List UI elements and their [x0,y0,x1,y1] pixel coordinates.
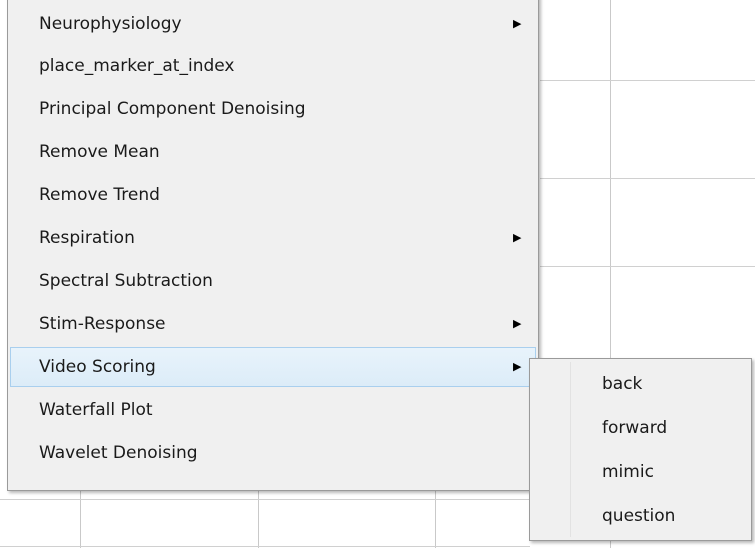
menu-item-label: Remove Trend [39,185,160,205]
triangle-right-icon: ▶ [513,317,522,330]
submenu-item-mimic[interactable]: mimic [532,450,749,494]
grid-hline [540,80,755,81]
submenu-item-label: question [602,506,676,526]
menu-item-spectral-subtraction[interactable]: Spectral Subtraction [10,261,536,301]
menu-item-waterfall-plot[interactable]: Waterfall Plot [10,390,536,430]
menu-item-wavelet-denoising[interactable]: Wavelet Denoising [10,433,536,473]
video-scoring-submenu: back forward mimic question [529,358,752,541]
triangle-right-icon: ▶ [513,360,522,373]
submenu-item-label: forward [602,418,668,438]
submenu-item-back[interactable]: back [532,362,749,406]
menu-item-label: Waterfall Plot [39,400,153,420]
menu-item-place-marker-at-index[interactable]: place_marker_at_index [10,46,536,86]
triangle-right-icon: ▶ [513,231,522,244]
menu-item-remove-mean[interactable]: Remove Mean [10,132,536,172]
grid-hline [0,546,530,547]
submenu-item-question[interactable]: question [532,494,749,538]
context-menu: Neurophysiology ▶ place_marker_at_index … [7,0,539,491]
menu-item-label: Spectral Subtraction [39,271,213,291]
menu-item-label: Principal Component Denoising [39,99,306,119]
menu-item-remove-trend[interactable]: Remove Trend [10,175,536,215]
submenu-item-label: back [602,374,643,394]
triangle-right-icon: ▶ [513,17,522,30]
menu-item-label: Video Scoring [39,357,156,377]
menu-item-stim-response[interactable]: Stim-Response ▶ [10,304,536,344]
grid-hline [540,266,755,267]
menu-item-label: Wavelet Denoising [39,443,198,463]
menu-item-label: Remove Mean [39,142,160,162]
submenu-item-label: mimic [602,462,654,482]
menu-item-neurophysiology[interactable]: Neurophysiology ▶ [10,4,536,44]
menu-item-principal-component-denoising[interactable]: Principal Component Denoising [10,89,536,129]
submenu-item-forward[interactable]: forward [532,406,749,450]
menu-item-label: place_marker_at_index [39,56,235,76]
menu-item-label: Stim-Response [39,314,166,334]
menu-item-label: Respiration [39,228,135,248]
menu-item-label: Neurophysiology [39,14,182,34]
grid-hline [0,499,530,500]
menu-item-respiration[interactable]: Respiration ▶ [10,218,536,258]
grid-hline [540,178,755,179]
menu-item-video-scoring[interactable]: Video Scoring ▶ [10,347,536,387]
